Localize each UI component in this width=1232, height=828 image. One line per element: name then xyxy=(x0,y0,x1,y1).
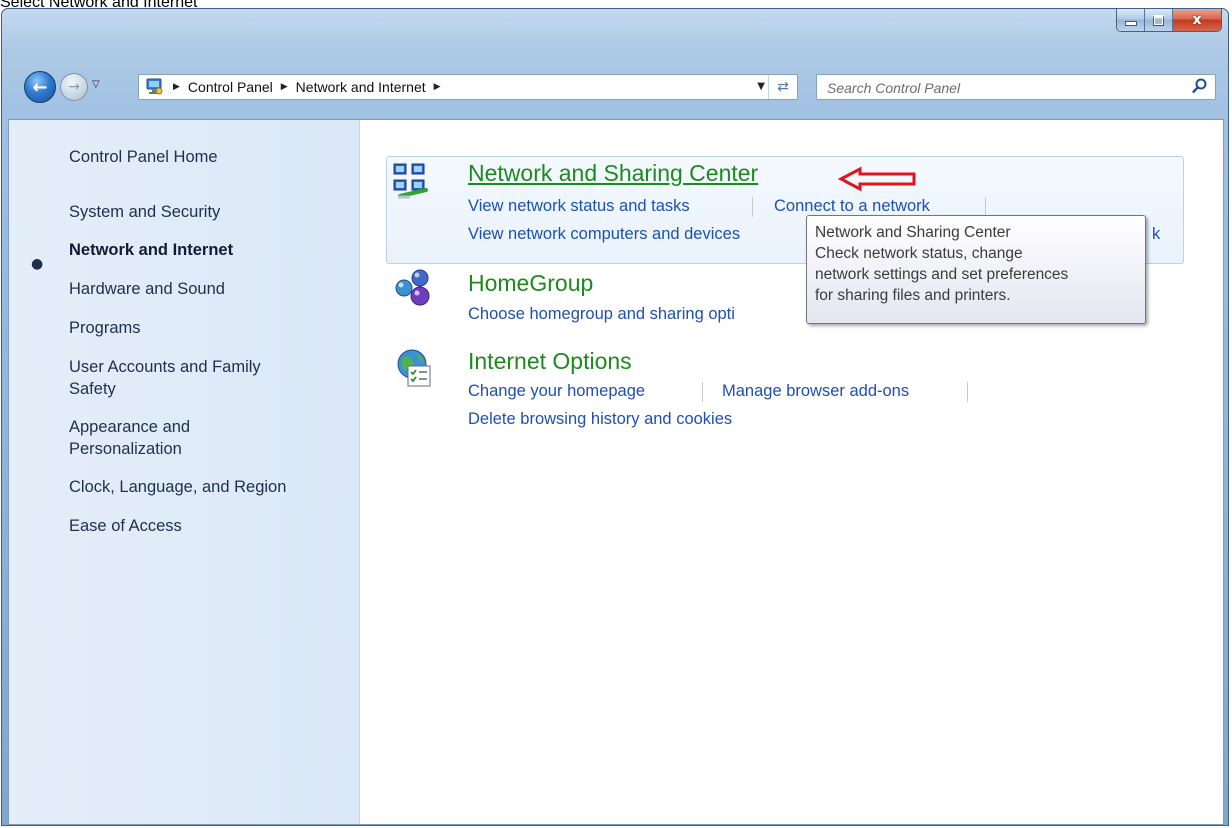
sidebar: Control Panel Home System and Security ●… xyxy=(9,120,360,824)
homegroup-icon xyxy=(395,269,430,306)
annotation-arrow-icon xyxy=(838,166,916,192)
window-controls: x xyxy=(1116,9,1222,32)
sidebar-item-label: Appearance and xyxy=(69,418,191,436)
sidebar-item-hardware-and-sound[interactable]: Hardware and Sound xyxy=(69,278,225,300)
main-panel: Network and Sharing Center View network … xyxy=(360,120,1223,824)
sidebar-item-label: Safety xyxy=(69,380,116,398)
refresh-button[interactable]: ⇄ xyxy=(768,75,797,99)
close-icon: x xyxy=(1192,12,1202,28)
network-sharing-center-link[interactable]: Network and Sharing Center xyxy=(468,160,758,187)
hidden-link-tail[interactable]: k xyxy=(1152,225,1160,244)
breadcrumb-control-panel[interactable]: Control Panel xyxy=(188,79,273,95)
minimize-icon xyxy=(1124,21,1137,26)
tooltip-title: Network and Sharing Center xyxy=(815,224,1011,241)
link-divider xyxy=(702,382,703,402)
internet-options-icon xyxy=(397,349,431,387)
forward-button[interactable]: → xyxy=(60,73,88,101)
back-button[interactable]: ← xyxy=(24,71,56,103)
navigation-bar: ← → ▽ ▶ Control Panel ▶ Network and Inte… xyxy=(2,67,1228,107)
homegroup-link[interactable]: HomeGroup xyxy=(468,270,593,297)
tooltip-text-line: Check network status, change xyxy=(815,245,1023,262)
breadcrumb-separator-icon[interactable]: ▶ xyxy=(434,82,441,92)
sidebar-item-network-and-internet[interactable]: Network and Internet xyxy=(69,239,233,261)
tooltip: Network and Sharing Center Check network… xyxy=(806,215,1146,324)
minimize-button[interactable] xyxy=(1117,9,1145,31)
sidebar-item-label: User Accounts and Family xyxy=(69,358,261,376)
connect-to-network-link[interactable]: Connect to a network xyxy=(774,197,930,216)
recent-pages-dropdown[interactable]: ▽ xyxy=(92,79,100,90)
search-input[interactable] xyxy=(825,77,1169,99)
control-panel-window: x ← → ▽ ▶ Control Panel ▶ Network and In… xyxy=(1,8,1229,826)
link-divider xyxy=(985,197,986,217)
view-network-computers-link[interactable]: View network computers and devices xyxy=(468,225,740,244)
refresh-icon: ⇄ xyxy=(777,79,789,95)
control-panel-icon xyxy=(143,77,165,97)
sidebar-item-ease-of-access[interactable]: Ease of Access xyxy=(69,515,182,537)
search-box[interactable] xyxy=(816,74,1216,100)
back-arrow-icon: ← xyxy=(32,76,48,98)
breadcrumb-network-and-internet[interactable]: Network and Internet xyxy=(296,79,426,95)
sidebar-item-appearance[interactable]: Appearance and Personalization xyxy=(69,416,190,460)
tooltip-text-line: network settings and set preferences xyxy=(815,266,1069,283)
tooltip-text-line: for sharing files and printers. xyxy=(815,287,1011,304)
link-divider xyxy=(752,197,753,217)
sidebar-item-control-panel-home[interactable]: Control Panel Home xyxy=(69,146,218,168)
content-area: Control Panel Home System and Security ●… xyxy=(8,119,1224,825)
address-dropdown-icon[interactable]: ▼ xyxy=(757,81,765,92)
internet-options-link[interactable]: Internet Options xyxy=(468,348,632,375)
view-network-status-link[interactable]: View network status and tasks xyxy=(468,197,690,216)
sidebar-item-clock-language-region[interactable]: Clock, Language, and Region xyxy=(69,476,286,498)
breadcrumb-separator-icon[interactable]: ▶ xyxy=(281,82,288,92)
manage-browser-addons-link[interactable]: Manage browser add-ons xyxy=(722,382,909,401)
choose-homegroup-link[interactable]: Choose homegroup and sharing opti xyxy=(468,305,735,324)
network-sharing-icon xyxy=(393,163,428,199)
change-homepage-link[interactable]: Change your homepage xyxy=(468,382,645,401)
breadcrumb-separator-icon[interactable]: ▶ xyxy=(173,82,180,92)
sidebar-item-system-and-security[interactable]: System and Security xyxy=(69,201,220,223)
forward-arrow-icon: → xyxy=(68,79,80,95)
link-divider xyxy=(967,382,968,402)
delete-browsing-history-link[interactable]: Delete browsing history and cookies xyxy=(468,410,732,429)
close-button[interactable]: x xyxy=(1173,9,1221,31)
sidebar-item-programs[interactable]: Programs xyxy=(69,317,141,339)
active-item-bullet-icon: ● xyxy=(31,256,44,272)
address-bar[interactable]: ▶ Control Panel ▶ Network and Internet ▶… xyxy=(138,74,798,100)
sidebar-item-label: Personalization xyxy=(69,440,182,458)
maximize-button[interactable] xyxy=(1145,9,1173,31)
sidebar-item-user-accounts[interactable]: User Accounts and Family Safety xyxy=(69,356,261,400)
search-icon[interactable] xyxy=(1191,77,1209,99)
maximize-icon xyxy=(1153,14,1164,26)
